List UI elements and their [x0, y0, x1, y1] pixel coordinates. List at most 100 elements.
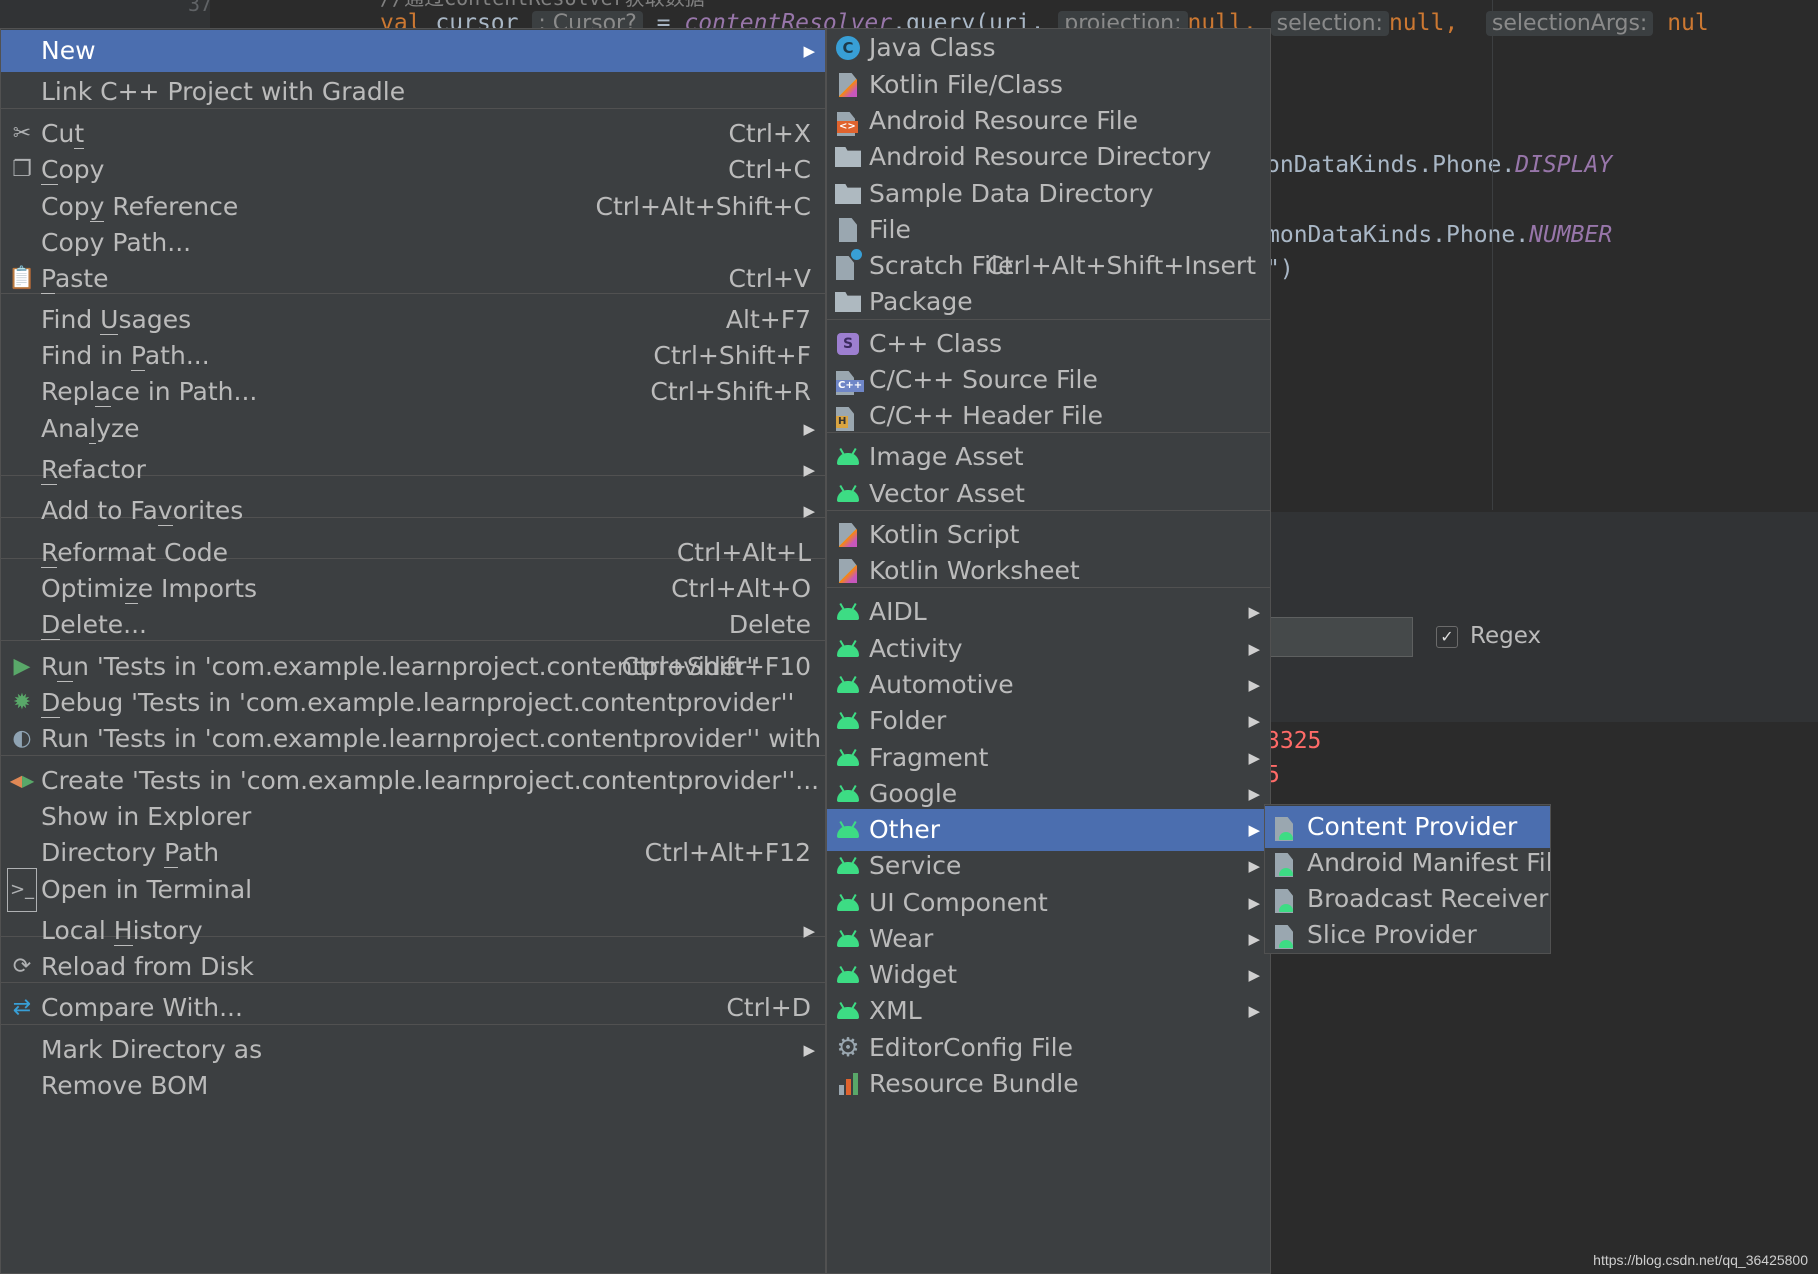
menu-item-label: Open in Terminal	[41, 875, 253, 904]
new-submenu-item-xml[interactable]: XML ▶	[827, 990, 1270, 1032]
menu-item-label: Vector Asset	[869, 479, 1025, 508]
java-class-icon: C	[833, 29, 863, 69]
menu-item-shortcut: Ctrl+D	[726, 993, 811, 1022]
menu-item-label: Directory Path	[41, 838, 220, 868]
new-submenu-item-aidl[interactable]: AIDL ▶	[827, 591, 1270, 633]
context-menu-item-reload-from-disk[interactable]: ⟳ Reload from Disk	[1, 946, 825, 988]
menu-item-label: Refactor	[41, 455, 146, 485]
compare-icon: ⇄	[12, 995, 32, 1020]
context-menu-item-replace-in-path[interactable]: Replace in Path... Ctrl+Shift+R	[1, 371, 825, 413]
menu-item-label: Service	[869, 851, 962, 880]
submenu-arrow-icon: ▶	[803, 42, 815, 60]
menu-item-label: Package	[869, 287, 973, 316]
menu-item-label: Reload from Disk	[41, 952, 254, 981]
android-icon	[833, 591, 863, 633]
line-gutter	[0, 0, 210, 30]
menu-item-label: Run 'Tests in 'com.example.learnproject.…	[41, 718, 825, 760]
new-submenu-item-folder[interactable]: Folder ▶	[827, 700, 1270, 742]
context-menu-item-new[interactable]: New ▶	[1, 30, 825, 72]
menu-item-label: Resource Bundle	[869, 1069, 1079, 1098]
menu-item-label: Android Resource Directory	[869, 142, 1212, 171]
new-submenu-item-kotlin-worksheet[interactable]: Kotlin Worksheet	[827, 550, 1270, 592]
coverage-icon: ◐	[12, 726, 32, 751]
new-submenu-item-c-c-header-file[interactable]: H C/C++ Header File	[827, 395, 1270, 437]
clipboard-icon: 📋	[8, 266, 36, 291]
submenu-arrow-icon: ▶	[1248, 603, 1260, 621]
copy-icon: ❐	[12, 157, 32, 182]
menu-item-label: Link C++ Project with Gradle	[41, 77, 406, 106]
reload-icon: ⟳	[12, 954, 32, 979]
android-icon	[833, 436, 863, 478]
menu-item-label: Copy	[41, 155, 105, 185]
menu-item-label: New	[41, 36, 96, 65]
menu-item-label: Delete...	[41, 610, 147, 640]
menu-item-label: Kotlin Worksheet	[869, 556, 1080, 585]
new-submenu-item-java-class[interactable]: C Java Class	[827, 29, 1270, 69]
submenu-arrow-icon: ▶	[803, 461, 815, 479]
context-menu-item-paste[interactable]: 📋 Paste Ctrl+V	[1, 258, 825, 300]
menu-item-label: Folder	[869, 706, 947, 735]
new-submenu-item-resource-bundle[interactable]: Resource Bundle	[827, 1063, 1270, 1105]
context-menu-item-add-to-favorites[interactable]: Add to Favorites ▶	[1, 490, 825, 532]
watermark: https://blog.csdn.net/qq_36425800	[1593, 1252, 1808, 1268]
other-submenu: Content Provider Android Manifest File Bro…	[1264, 804, 1551, 954]
regex-label: Regex	[1470, 623, 1542, 649]
android-icon	[833, 990, 863, 1032]
code-line-display: onDataKinds.Phone.DISPLAY	[1266, 152, 1613, 178]
menu-item-label: Java Class	[869, 33, 996, 62]
new-submenu-item-android-resource-directory[interactable]: Android Resource Directory	[827, 136, 1270, 178]
android-icon	[833, 845, 863, 887]
android-icon	[833, 700, 863, 742]
menu-item-label: Image Asset	[869, 442, 1024, 471]
submenu-arrow-icon: ▶	[803, 502, 815, 520]
kotlin-worksheet-icon	[833, 550, 863, 592]
context-menu-item-run-tests-in-com-example-learnproject-co[interactable]: ◐ Run 'Tests in 'com.example.learnproject…	[1, 718, 825, 760]
menu-item-shortcut: Ctrl+V	[728, 264, 811, 293]
new-submenu-item-package[interactable]: Package	[827, 281, 1270, 323]
find-input[interactable]	[1270, 617, 1413, 657]
submenu-arrow-icon: ▶	[1248, 1002, 1260, 1020]
menu-item-label: Paste	[41, 264, 109, 294]
new-submenu-item-service[interactable]: Service ▶	[827, 845, 1270, 887]
menu-item-shortcut: Ctrl+C	[728, 155, 811, 184]
code-line-number: monDataKinds.Phone.NUMBER	[1266, 222, 1613, 248]
regex-checkbox[interactable]: ✓	[1436, 626, 1458, 648]
menu-item-label: C/C++ Header File	[869, 401, 1103, 430]
menu-item-shortcut: Ctrl+Alt+F12	[644, 838, 811, 867]
submenu-arrow-icon: ▶	[803, 420, 815, 438]
context-menu: New ▶ Link C++ Project with Gradle ✂ Cut Ctrl…	[0, 28, 826, 1274]
cpp-header-icon: H	[833, 395, 863, 437]
context-menu-item-remove-bom[interactable]: Remove BOM	[1, 1065, 825, 1107]
context-menu-item-copy[interactable]: ❐ Copy Ctrl+C	[1, 149, 825, 191]
terminal-icon: >_	[6, 868, 38, 912]
context-menu-item-open-in-terminal[interactable]: >_ Open in Terminal	[1, 868, 825, 912]
android-file-icon	[1271, 914, 1301, 953]
folder-icon	[833, 136, 863, 178]
menu-item-shortcut: Ctrl+Shift+R	[650, 377, 811, 406]
menu-item-label: Remove BOM	[41, 1071, 209, 1100]
package-icon	[833, 281, 863, 323]
context-menu-item-delete[interactable]: Delete... Delete	[1, 604, 825, 646]
menu-item-label: Slice Provider	[1307, 920, 1477, 949]
menu-item-label: XML	[869, 996, 922, 1025]
android-icon	[833, 473, 863, 515]
menu-item-label: Analyze	[41, 414, 140, 444]
menu-item-label: Compare With...	[41, 993, 243, 1022]
submenu-arrow-icon: ▶	[1248, 857, 1260, 875]
context-menu-item-analyze[interactable]: Analyze ▶	[1, 408, 825, 450]
menu-item-label: Replace in Path...	[41, 377, 258, 407]
context-menu-item-compare-with[interactable]: ⇄ Compare With... Ctrl+D	[1, 987, 825, 1029]
menu-item-shortcut: Delete	[728, 610, 811, 639]
new-submenu-item-vector-asset[interactable]: Vector Asset	[827, 473, 1270, 515]
output-line-1: 3325	[1266, 728, 1322, 754]
context-menu-item-directory-path[interactable]: Directory Path Ctrl+Alt+F12	[1, 832, 825, 874]
other-submenu-item-slice-provider[interactable]: Slice Provider	[1265, 914, 1550, 953]
resource-bundle-icon	[833, 1063, 863, 1105]
submenu-arrow-icon: ▶	[1248, 712, 1260, 730]
line-number: 37	[188, 0, 213, 16]
new-submenu: C Java Class Kotlin File/Class <> Android Re…	[826, 28, 1271, 1274]
menu-item-label: AIDL	[869, 597, 927, 626]
context-menu-item-refactor[interactable]: Refactor ▶	[1, 449, 825, 491]
context-menu-item-link-c-project-with-gradle[interactable]: Link C++ Project with Gradle	[1, 71, 825, 113]
new-submenu-item-image-asset[interactable]: Image Asset	[827, 436, 1270, 478]
